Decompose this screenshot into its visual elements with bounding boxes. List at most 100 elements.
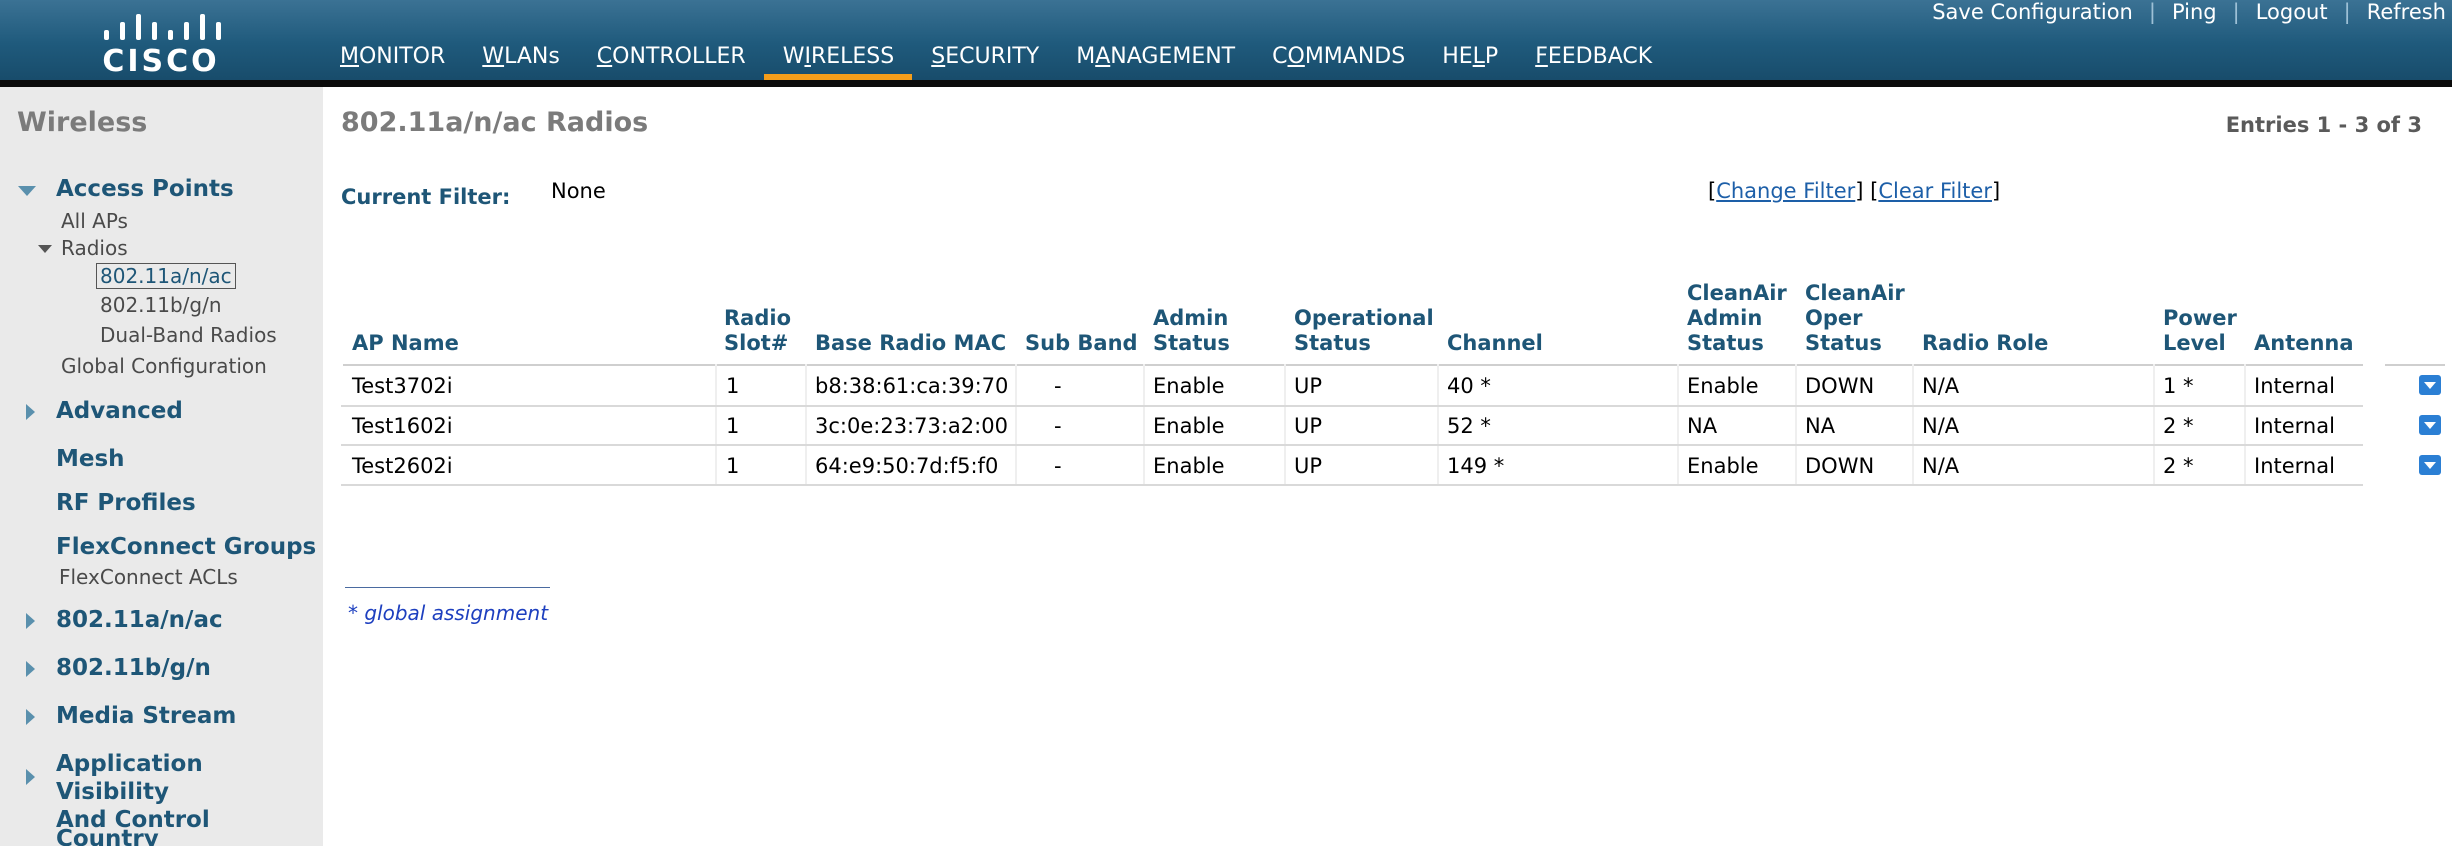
expand-right-icon[interactable] bbox=[26, 404, 35, 420]
header-line: Radio bbox=[724, 306, 791, 330]
sidebar-item-radio-b[interactable]: 802.11b/g/n bbox=[100, 293, 222, 317]
current-filter-value: None bbox=[551, 179, 606, 203]
sidebar-item-access-points[interactable]: Access Points bbox=[56, 175, 234, 203]
header-line: CleanAir bbox=[1687, 281, 1787, 305]
sidebar-item-advanced[interactable]: Advanced bbox=[56, 397, 183, 425]
expand-down-icon[interactable] bbox=[18, 186, 36, 196]
cell-base-radio-mac: b8:38:61:ca:39:70 bbox=[815, 374, 1009, 398]
header-line: Status bbox=[1687, 331, 1764, 355]
column-header-admin-status[interactable]: Admin Status bbox=[1153, 306, 1230, 356]
header-line: Oper bbox=[1805, 306, 1863, 330]
top-header: CISCO Save Configuration | Ping | Logout… bbox=[0, 0, 2452, 80]
header-line: Slot# bbox=[724, 331, 789, 355]
cell-radio-role: N/A bbox=[1922, 414, 1960, 438]
sidebar-item-flexconnect-acls[interactable]: FlexConnect ACLs bbox=[59, 565, 238, 589]
column-header-base-radio-mac[interactable]: Base Radio MAC bbox=[815, 331, 1006, 356]
header-line: CleanAir bbox=[1805, 281, 1905, 305]
nav-management[interactable]: MANAGEMENT bbox=[1076, 40, 1235, 80]
save-configuration-link[interactable]: Save Configuration bbox=[1932, 0, 2133, 24]
sidebar-item-country[interactable]: Country bbox=[56, 825, 159, 846]
nav-feedback[interactable]: FEEDBACK bbox=[1535, 40, 1652, 80]
expand-right-icon[interactable] bbox=[26, 769, 35, 785]
header-line: Level bbox=[2163, 331, 2226, 355]
top-links: Save Configuration | Ping | Logout | Ref… bbox=[1932, 0, 2446, 24]
cell-radio-role: N/A bbox=[1922, 454, 1960, 478]
column-header-cleanair-oper-status[interactable]: CleanAir Oper Status bbox=[1805, 281, 1905, 356]
sidebar-item-radios[interactable]: Radios bbox=[61, 236, 128, 260]
row-dropdown-icon[interactable] bbox=[2419, 375, 2441, 395]
footnote-rule bbox=[345, 587, 550, 588]
expand-right-icon[interactable] bbox=[26, 661, 35, 677]
sidebar-item-section-b[interactable]: 802.11b/g/n bbox=[56, 654, 211, 682]
cell-admin-status: Enable bbox=[1153, 454, 1225, 478]
nav-wlans[interactable]: WLANs bbox=[482, 40, 560, 80]
nav-controller[interactable]: CONTROLLER bbox=[597, 40, 746, 80]
cell-admin-status: Enable bbox=[1153, 414, 1225, 438]
column-header-radio-role[interactable]: Radio Role bbox=[1922, 331, 2048, 356]
expand-right-icon[interactable] bbox=[26, 709, 35, 725]
nav-wireless[interactable]: WIRELESS bbox=[763, 40, 912, 80]
cell-cleanair-admin-status: Enable bbox=[1687, 374, 1759, 398]
column-header-ap-name[interactable]: AP Name bbox=[352, 331, 459, 356]
header-line: Status bbox=[1805, 331, 1882, 355]
sidebar-item-dual-band[interactable]: Dual-Band Radios bbox=[100, 323, 277, 347]
header-line: Admin bbox=[1153, 306, 1229, 330]
current-filter-label: Current Filter: bbox=[341, 185, 511, 209]
row-dropdown-icon[interactable] bbox=[2419, 455, 2441, 475]
cell-operational-status: UP bbox=[1294, 414, 1323, 438]
sidebar-item-label: Application Visibility bbox=[56, 751, 203, 805]
sidebar-item-flexconnect-groups[interactable]: FlexConnect Groups bbox=[56, 533, 316, 561]
cell-sub-band: - bbox=[1054, 454, 1062, 478]
expand-right-icon[interactable] bbox=[26, 613, 35, 629]
column-header-channel[interactable]: Channel bbox=[1447, 331, 1543, 356]
sidebar-title: Wireless bbox=[17, 107, 148, 138]
change-filter-link[interactable]: Change Filter bbox=[1716, 179, 1855, 203]
sidebar-item-radio-a-selected[interactable]: 802.11a/n/ac bbox=[96, 263, 236, 289]
sidebar-item-mesh[interactable]: Mesh bbox=[56, 445, 125, 473]
column-header-cleanair-admin-status[interactable]: CleanAir Admin Status bbox=[1687, 281, 1787, 356]
column-header-radio-slot[interactable]: Radio Slot# bbox=[724, 306, 791, 356]
clear-filter-link[interactable]: Clear Filter bbox=[1878, 179, 1992, 203]
nav-commands[interactable]: COMMANDS bbox=[1272, 40, 1405, 80]
header-line: Power bbox=[2163, 306, 2237, 330]
column-header-antenna[interactable]: Antenna bbox=[2254, 331, 2354, 356]
sidebar-item-media-stream[interactable]: Media Stream bbox=[56, 702, 236, 730]
column-header-sub-band[interactable]: Sub Band bbox=[1025, 331, 1138, 356]
ping-link[interactable]: Ping bbox=[2172, 0, 2217, 24]
header-line: Admin bbox=[1687, 306, 1763, 330]
cell-power-level: 2 * bbox=[2163, 454, 2194, 478]
row-dropdown-icon[interactable] bbox=[2419, 415, 2441, 435]
sidebar-item-rf-profiles[interactable]: RF Profiles bbox=[56, 489, 196, 517]
cell-cleanair-oper-status: NA bbox=[1805, 414, 1836, 438]
cell-ap-name: Test3702i bbox=[352, 374, 453, 398]
top-link-separator: | bbox=[2232, 0, 2240, 24]
sidebar-item-all-aps[interactable]: All APs bbox=[61, 209, 128, 233]
cell-radio-slot: 1 bbox=[726, 374, 740, 398]
cell-base-radio-mac: 3c:0e:23:73:a2:00 bbox=[815, 414, 1008, 438]
sidebar-item-global-configuration[interactable]: Global Configuration bbox=[61, 354, 267, 378]
table-header-rule bbox=[2385, 364, 2445, 366]
logout-link[interactable]: Logout bbox=[2256, 0, 2328, 24]
cell-channel: 149 * bbox=[1447, 454, 1505, 478]
column-header-operational-status[interactable]: Operational Status bbox=[1294, 306, 1434, 356]
cisco-logo-text: CISCO bbox=[102, 44, 220, 79]
table-row: Test1602i 1 3c:0e:23:73:a2:00 - Enable U… bbox=[341, 406, 2363, 446]
nav-monitor[interactable]: MONITOR bbox=[340, 40, 445, 80]
expand-down-small-icon[interactable] bbox=[38, 245, 52, 253]
cell-admin-status: Enable bbox=[1153, 374, 1225, 398]
top-link-separator: | bbox=[2148, 0, 2156, 24]
header-divider bbox=[0, 80, 2452, 87]
sidebar-item-section-a[interactable]: 802.11a/n/ac bbox=[56, 606, 223, 634]
nav-security[interactable]: SECURITY bbox=[931, 40, 1039, 80]
cell-channel: 40 * bbox=[1447, 374, 1491, 398]
cell-radio-slot: 1 bbox=[726, 454, 740, 478]
sidebar: Wireless Access Points All APs Radios 80… bbox=[0, 87, 323, 846]
cell-power-level: 2 * bbox=[2163, 414, 2194, 438]
entries-count: Entries 1 - 3 of 3 bbox=[2225, 113, 2422, 137]
nav-help[interactable]: HELP bbox=[1442, 40, 1498, 80]
cell-operational-status: UP bbox=[1294, 454, 1323, 478]
column-header-power-level[interactable]: Power Level bbox=[2163, 306, 2237, 356]
cell-sub-band: - bbox=[1054, 414, 1062, 438]
refresh-link[interactable]: Refresh bbox=[2367, 0, 2446, 24]
sidebar-item-application-visibility[interactable]: Application Visibility And Control bbox=[56, 750, 323, 834]
